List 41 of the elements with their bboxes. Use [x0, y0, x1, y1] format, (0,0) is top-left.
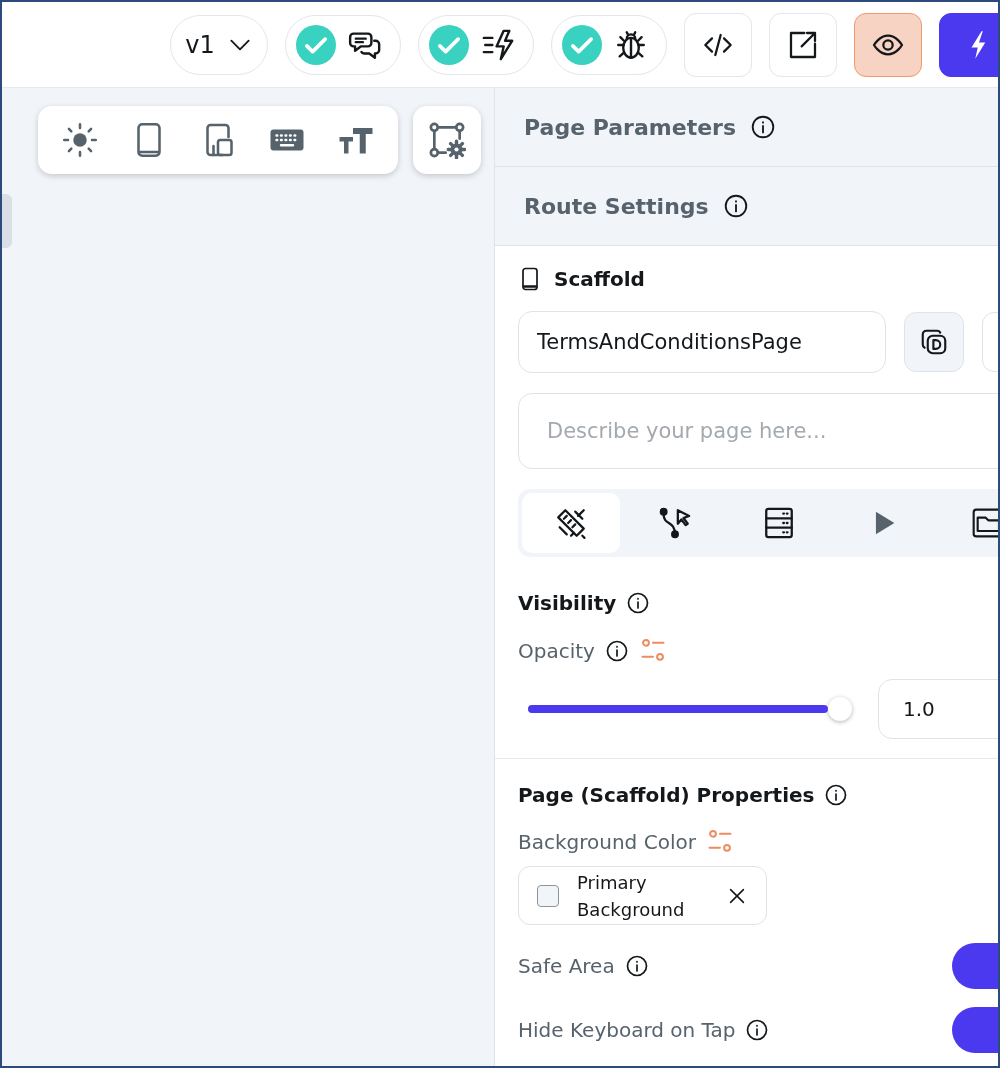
info-icon: [626, 591, 651, 615]
color-name: Primary Background: [577, 870, 686, 922]
info-icon: [624, 954, 649, 978]
ruler-pencil-icon: [554, 506, 588, 540]
info-icon: [824, 783, 849, 807]
info-icon: [750, 114, 776, 140]
layout-settings-icon: [428, 121, 466, 159]
info-icon: [745, 1018, 770, 1042]
color-picker[interactable]: Primary Background: [518, 866, 767, 925]
info-icon: [722, 193, 749, 219]
section-title: Page (Scaffold) Properties: [518, 783, 815, 807]
copy-icon: [919, 327, 949, 357]
database-icon: [762, 506, 796, 540]
section-header[interactable]: Route Settings: [495, 167, 998, 246]
panel-tab[interactable]: [522, 493, 620, 553]
switch-label: Safe Area: [518, 954, 615, 978]
slider-thumb[interactable]: [828, 697, 852, 721]
export-button[interactable]: [769, 12, 837, 77]
field-label: Background Color: [518, 830, 696, 854]
widget-title: Scaffold: [554, 267, 645, 291]
info-icon: [604, 639, 629, 663]
flow-cursor-icon: [658, 506, 692, 540]
version-dropdown[interactable]: v1: [170, 14, 268, 75]
bolt-lines-icon: [481, 27, 515, 62]
sun-icon[interactable]: [62, 122, 99, 158]
layout-settings-button[interactable]: [413, 106, 481, 174]
opacity-field[interactable]: 1.0: [878, 679, 998, 739]
section-title: Visibility: [518, 591, 617, 615]
color-swatch: [537, 884, 559, 907]
folder-icon: [971, 507, 998, 539]
copy-button[interactable]: [904, 312, 964, 372]
preview-button[interactable]: [854, 12, 922, 77]
switch-label: Hide Keyboard on Tap: [518, 1018, 736, 1042]
run-button[interactable]: [939, 12, 998, 77]
opacity-slider[interactable]: [528, 705, 828, 713]
section-header[interactable]: Page Parameters: [495, 88, 998, 167]
field-label: Opacity: [518, 639, 595, 663]
panel-handle[interactable]: [2, 194, 12, 248]
code-button[interactable]: [684, 12, 752, 77]
description-field[interactable]: Describe your page here...: [518, 393, 998, 469]
page-name-field[interactable]: TermsAndConditionsPage: [518, 311, 886, 373]
